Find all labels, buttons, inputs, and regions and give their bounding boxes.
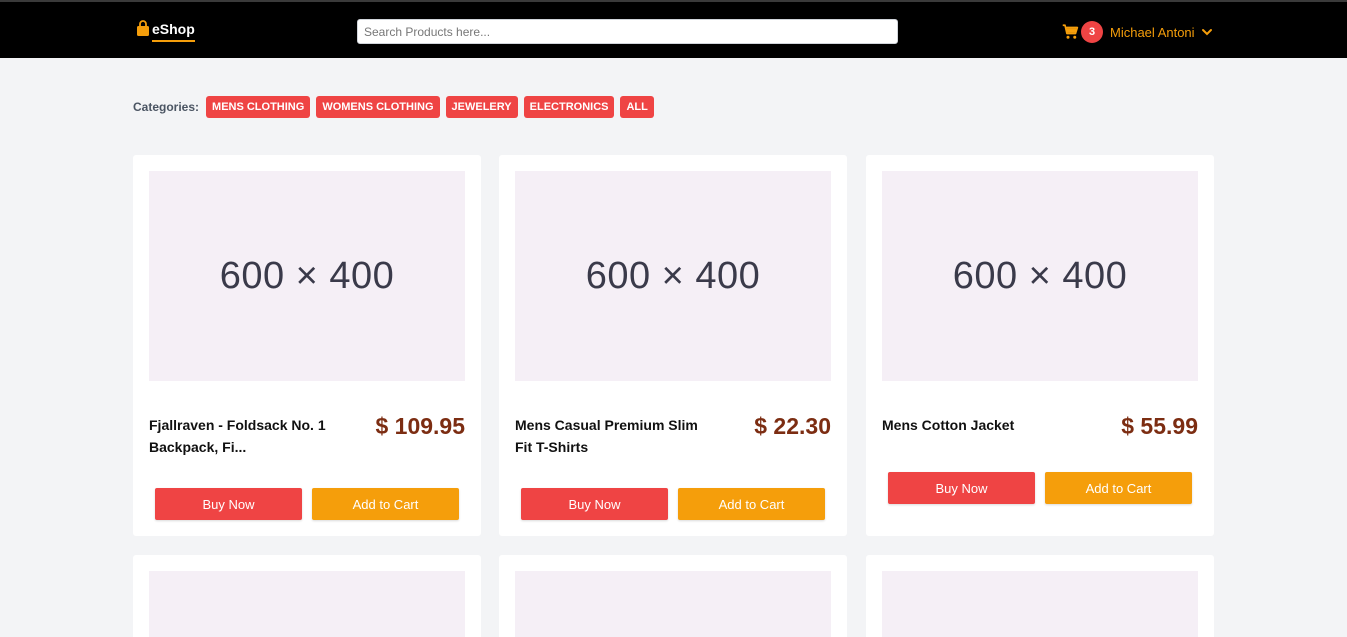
product-card[interactable]: [499, 555, 847, 637]
product-image: [515, 571, 831, 637]
product-title[interactable]: Mens Cotton Jacket: [882, 414, 1082, 436]
user-name[interactable]: Michael Antoni: [1110, 25, 1195, 40]
cart-count-badge: 3: [1081, 21, 1103, 43]
cart-icon[interactable]: [1062, 23, 1080, 41]
category-mens-clothing[interactable]: MENS CLOTHING: [206, 96, 311, 118]
add-to-cart-button[interactable]: Add to Cart: [312, 488, 459, 520]
shopping-bag-icon: [137, 20, 149, 36]
product-card[interactable]: 600 × 400 Mens Cotton Jacket $ 55.99 Buy…: [866, 155, 1214, 536]
buy-now-button[interactable]: Buy Now: [155, 488, 302, 520]
product-card[interactable]: [866, 555, 1214, 637]
categories-label: Categories:: [133, 100, 200, 114]
product-image: [882, 571, 1198, 637]
product-card[interactable]: 600 × 400 Fjallraven - Foldsack No. 1 Ba…: [133, 155, 481, 536]
logo-text: eShop: [152, 19, 195, 42]
category-electronics[interactable]: ELECTRONICS: [523, 96, 615, 118]
buy-now-button[interactable]: Buy Now: [888, 472, 1035, 504]
category-all[interactable]: ALL: [620, 96, 654, 118]
category-womens-clothing[interactable]: WOMENS CLOTHING: [316, 96, 440, 118]
top-navbar: eShop 3 Michael Antoni: [0, 0, 1347, 58]
product-image: 600 × 400: [882, 171, 1198, 381]
buy-now-button[interactable]: Buy Now: [521, 488, 668, 520]
product-image: 600 × 400: [149, 171, 465, 381]
user-area: 3 Michael Antoni: [1062, 21, 1213, 43]
category-filter-bar: Categories: MENS CLOTHING WOMENS CLOTHIN…: [133, 96, 654, 118]
add-to-cart-button[interactable]: Add to Cart: [1045, 472, 1192, 504]
product-price: $ 55.99: [1121, 413, 1198, 439]
product-card[interactable]: 600 × 400 Mens Casual Premium Slim Fit T…: [499, 155, 847, 536]
product-price: $ 109.95: [375, 413, 465, 439]
product-title[interactable]: Mens Casual Premium Slim Fit T-Shirts: [515, 414, 715, 458]
chevron-down-icon[interactable]: [1201, 26, 1213, 38]
product-image: 600 × 400: [515, 171, 831, 381]
add-to-cart-button[interactable]: Add to Cart: [678, 488, 825, 520]
product-title[interactable]: Fjallraven - Foldsack No. 1 Backpack, Fi…: [149, 414, 349, 458]
search-input[interactable]: [357, 19, 898, 44]
product-price: $ 22.30: [754, 413, 831, 439]
product-card[interactable]: [133, 555, 481, 637]
logo[interactable]: eShop: [136, 19, 195, 45]
product-image: [149, 571, 465, 637]
category-jewelery[interactable]: JEWELERY: [445, 96, 518, 118]
